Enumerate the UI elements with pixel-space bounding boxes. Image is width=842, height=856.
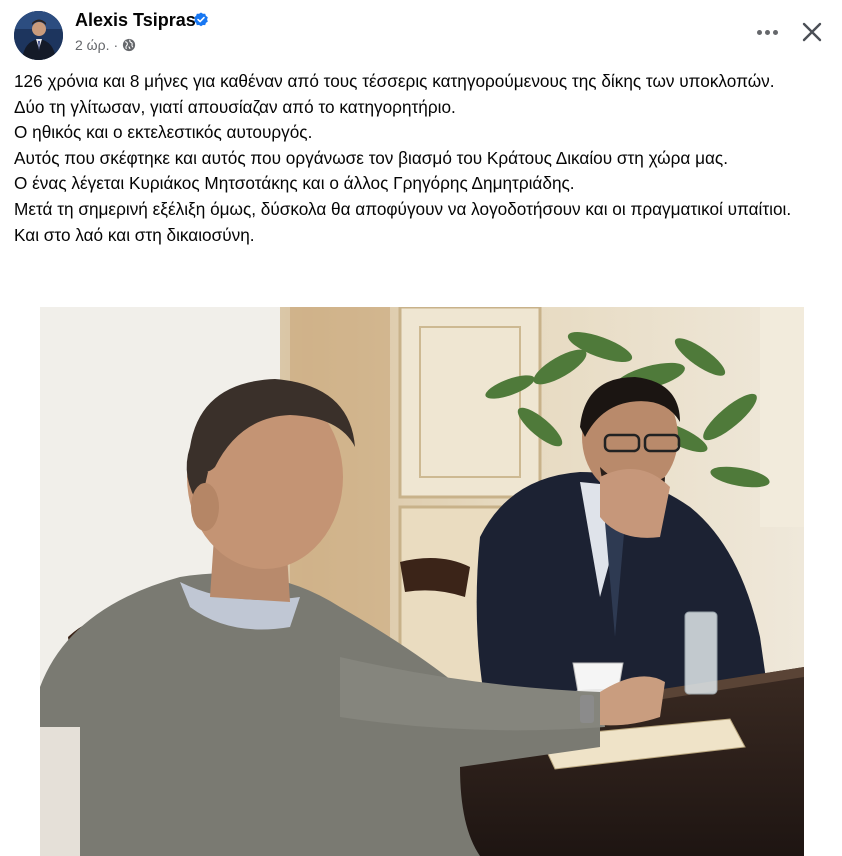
verified-badge-icon bbox=[194, 12, 208, 27]
post-line: Και στο λαό και στη δικαιοσύνη. bbox=[14, 224, 255, 245]
post-line: Αυτός που σκέφτηκε και αυτός που οργάνωσ… bbox=[14, 147, 728, 168]
post-time[interactable]: 2 ώρ. bbox=[75, 37, 109, 53]
more-options-icon bbox=[756, 29, 762, 35]
more-options-dot bbox=[772, 29, 778, 35]
avatar-image bbox=[14, 11, 63, 60]
post-header: Alexis Tsipras 2 ώρ. · bbox=[0, 0, 842, 66]
close-icon[interactable] bbox=[796, 16, 828, 48]
globe-icon[interactable] bbox=[122, 38, 136, 52]
post-photo[interactable] bbox=[40, 307, 804, 856]
post-line: Δύο τη γλίτωσαν, γιατί απουσίαζαν από το… bbox=[14, 96, 456, 117]
author-name[interactable]: Alexis Tsipras bbox=[75, 10, 196, 31]
meta-separator: · bbox=[113, 37, 119, 53]
post-line: 126 χρόνια και 8 μήνες για καθέναν από τ… bbox=[14, 71, 775, 91]
post-meta: 2 ώρ. · bbox=[75, 37, 136, 53]
more-options-dot bbox=[764, 29, 770, 35]
post-line: Ο ένας λέγεται Κυριάκος Μητσοτάκης και ο… bbox=[14, 173, 575, 194]
post-body: 126 χρόνια και 8 μήνες για καθέναν από τ… bbox=[14, 69, 834, 248]
post-line: Μετά τη σημερινή εξέλιξη όμως, δύσκολα θ… bbox=[14, 198, 792, 219]
post-line: Ο ηθικός και ο εκτελεστικός αυτουργός. bbox=[14, 122, 313, 143]
more-options-button[interactable] bbox=[749, 18, 785, 46]
author-avatar[interactable] bbox=[14, 11, 63, 60]
photo-illustration bbox=[40, 307, 804, 856]
facebook-post: Alexis Tsipras 2 ώρ. · 126 χρόνια και 8 … bbox=[0, 0, 842, 856]
